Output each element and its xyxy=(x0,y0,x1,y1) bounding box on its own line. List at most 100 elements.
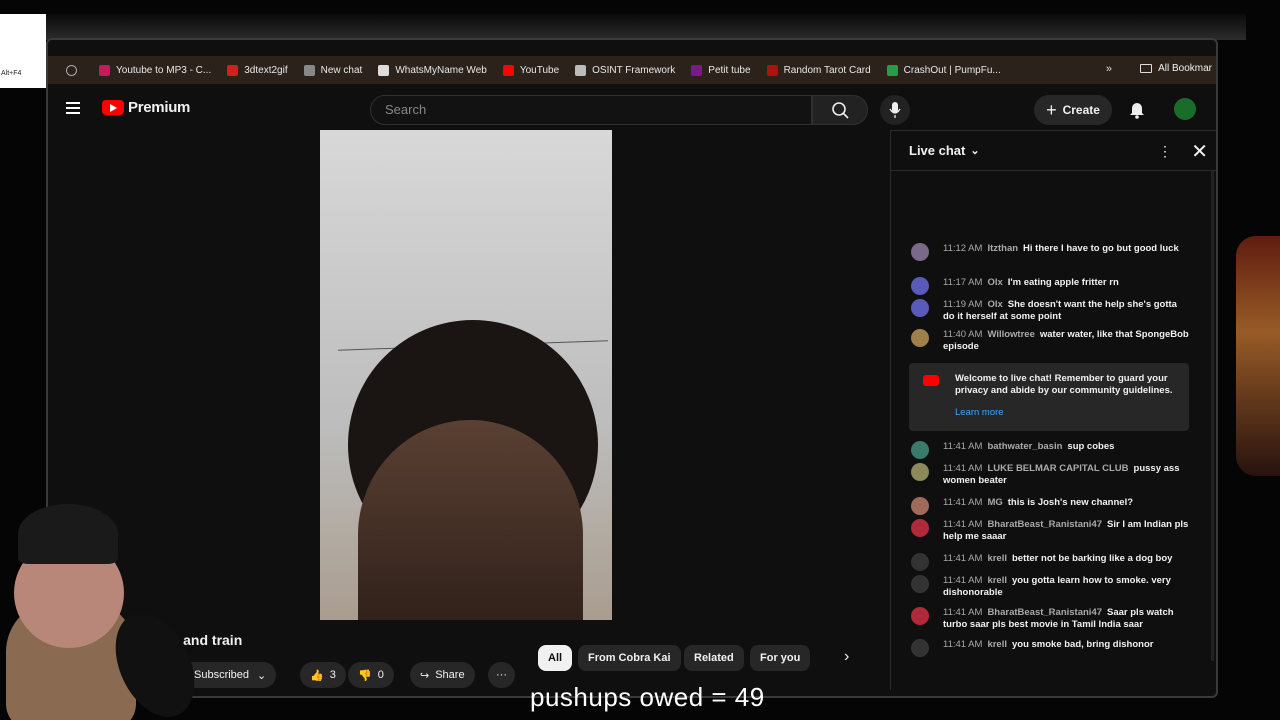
chat-author[interactable]: Olx xyxy=(987,277,1002,288)
chat-avatar xyxy=(911,497,929,515)
dislike-button[interactable]: 👎 0 xyxy=(348,662,394,688)
chat-message[interactable]: 11:41 AM bathwater_basin sup cobes xyxy=(911,441,1191,459)
crashout-icon xyxy=(886,64,898,76)
chat-message[interactable]: 11:40 AM Willowtree water water, like that… xyxy=(911,329,1191,353)
chat-message[interactable]: 11:41 AM krell better not be barking like … xyxy=(911,553,1191,571)
chevron-down-icon[interactable]: ⌄ xyxy=(970,144,979,157)
chat-message-body: 11:41 AM BharatBeast_Ranistani47 Saar pls … xyxy=(943,607,1191,631)
search-input[interactable]: Search xyxy=(370,95,812,125)
chat-message[interactable]: 11:19 AM Olx She doesn't want the help she… xyxy=(911,299,1191,323)
youtube-premium-logo[interactable]: Premium xyxy=(102,99,190,116)
chat-message-body: 11:41 AM krell you gotta learn how to smok… xyxy=(943,575,1191,599)
plus-icon: + xyxy=(1046,99,1057,120)
chat-scrollbar[interactable] xyxy=(1211,171,1214,661)
create-button[interactable]: + Create xyxy=(1034,95,1112,125)
bookmark-item[interactable]: CrashOut | PumpFu... xyxy=(886,64,1001,76)
bell-icon xyxy=(1130,103,1144,119)
chat-message-body: 11:41 AM LUKE BELMAR CAPITAL CLUB pussy as… xyxy=(943,463,1191,487)
chat-message-body: 11:40 AM Willowtree water water, like that… xyxy=(943,329,1191,353)
bookmark-item[interactable]: Petit tube xyxy=(691,64,751,76)
all-bookmarks[interactable]: All Bookmar xyxy=(1140,63,1212,74)
bookmark-item[interactable]: YouTube xyxy=(502,64,559,76)
menu-icon[interactable] xyxy=(66,102,80,117)
chat-timestamp: 11:17 AM xyxy=(943,277,983,288)
share-button[interactable]: ↪ Share xyxy=(410,662,475,688)
bookmark-item[interactable]: Youtube to MP3 - C... xyxy=(99,64,211,76)
voice-search-button[interactable] xyxy=(880,95,910,125)
chat-author[interactable]: krell xyxy=(987,553,1007,564)
chat-icon xyxy=(303,64,315,76)
chat-message[interactable]: 11:41 AM BharatBeast_Ranistani47 Sir I am … xyxy=(911,519,1191,543)
bookmark-item[interactable]: OSINT Framework xyxy=(575,64,675,76)
chat-author[interactable]: BharatBeast_Ranistani47 xyxy=(987,607,1102,618)
chat-message[interactable]: 11:41 AM krell you smoke bad, bring dishon… xyxy=(911,639,1191,657)
chip-related[interactable]: Related xyxy=(684,645,744,671)
share-label: Share xyxy=(435,669,465,681)
chat-avatar xyxy=(911,553,929,571)
close-chat-icon[interactable]: ✕ xyxy=(1191,139,1208,164)
search-placeholder: Search xyxy=(385,102,427,117)
welcome-text: Welcome to live chat! Remember to guard … xyxy=(955,373,1173,396)
chat-author[interactable]: Willowtree xyxy=(987,329,1034,340)
chat-author[interactable]: Olx xyxy=(987,299,1002,310)
chip-from-cobra-kai[interactable]: From Cobra Kai xyxy=(578,645,681,671)
chat-message[interactable]: 11:41 AM LUKE BELMAR CAPITAL CLUB pussy as… xyxy=(911,463,1191,487)
more-actions-button[interactable]: ··· xyxy=(488,662,515,688)
chat-avatar xyxy=(911,519,929,537)
alt-f4-label: Alt+F4 xyxy=(1,70,22,77)
globe-icon xyxy=(66,64,77,76)
chat-message[interactable]: 11:41 AM MG this is Josh's new channel? xyxy=(911,497,1191,515)
globe-icon xyxy=(575,64,587,76)
notifications-button[interactable] xyxy=(1126,98,1148,120)
video-player[interactable] xyxy=(320,130,612,620)
chat-timestamp: 11:41 AM xyxy=(943,553,983,564)
chat-author[interactable]: Itzthan xyxy=(987,243,1018,254)
chat-author[interactable]: MG xyxy=(987,497,1002,508)
chat-message[interactable]: 11:12 AM Itzthan Hi there I have to go but… xyxy=(911,243,1191,261)
like-count: 3 xyxy=(329,669,336,681)
bookmark-item[interactable]: New chat xyxy=(303,64,362,76)
youtube-logo-icon xyxy=(102,100,124,115)
like-button[interactable]: 👍 3 xyxy=(300,662,346,688)
pushups-caption: pushups owed = 49 xyxy=(530,682,765,712)
bookmark-globe[interactable] xyxy=(66,64,83,76)
bookmark-item[interactable]: 3dtext2gif xyxy=(227,64,288,76)
chat-message[interactable]: 11:17 AM Olx I'm eating apple fritter rn xyxy=(911,277,1191,295)
live-chat-panel: Live chat ⌄ ⋮ ✕ 11:12 AM Itzthan Hi there … xyxy=(890,130,1216,690)
chat-author[interactable]: bathwater_basin xyxy=(987,441,1062,452)
chat-author[interactable]: LUKE BELMAR CAPITAL CLUB xyxy=(987,463,1128,474)
chat-text: sup cobes xyxy=(1067,441,1115,452)
chat-author[interactable]: krell xyxy=(987,575,1007,586)
chat-message-body: 11:41 AM MG this is Josh's new channel? xyxy=(943,497,1191,509)
chat-avatar xyxy=(911,607,929,625)
bookmark-item[interactable]: WhatsMyName Web xyxy=(378,64,487,76)
bookmarks-more-button[interactable]: » xyxy=(1106,63,1112,75)
chat-message[interactable]: 11:41 AM BharatBeast_Ranistani47 Saar pls … xyxy=(911,607,1191,631)
chat-message-body: 11:17 AM Olx I'm eating apple fritter rn xyxy=(943,277,1191,289)
chat-options-icon[interactable]: ⋮ xyxy=(1158,143,1172,160)
thumbs-down-icon: 👎 xyxy=(358,669,372,682)
chat-author[interactable]: BharatBeast_Ranistani47 xyxy=(987,519,1102,530)
chat-author[interactable]: krell xyxy=(987,639,1007,650)
chat-message-body: 11:41 AM BharatBeast_Ranistani47 Sir I am … xyxy=(943,519,1191,543)
search-button[interactable] xyxy=(812,95,868,125)
streamer-webcam xyxy=(0,490,210,720)
bookmark-item[interactable]: Random Tarot Card xyxy=(766,64,871,76)
chat-avatar xyxy=(911,575,929,593)
chat-avatar xyxy=(911,441,929,459)
live-chat-title[interactable]: Live chat xyxy=(909,143,965,158)
learn-more-link[interactable]: Learn more xyxy=(955,407,1179,419)
chip-for-you[interactable]: For you xyxy=(750,645,811,671)
bookmark-label: Random Tarot Card xyxy=(783,64,871,76)
bookmark-label: 3dtext2gif xyxy=(244,64,288,76)
chip-all[interactable]: All xyxy=(538,645,573,671)
chips-next-icon[interactable]: › xyxy=(844,648,849,666)
dislike-count: 0 xyxy=(377,669,384,681)
chat-avatar xyxy=(911,243,929,261)
chat-message[interactable]: 11:41 AM krell you gotta learn how to smok… xyxy=(911,575,1191,599)
bookmark-label: WhatsMyName Web xyxy=(395,64,487,76)
chat-text: I'm eating apple fritter rn xyxy=(1007,277,1119,288)
chat-timestamp: 11:41 AM xyxy=(943,519,983,530)
chat-timestamp: 11:41 AM xyxy=(943,441,983,452)
account-avatar[interactable] xyxy=(1174,98,1196,120)
